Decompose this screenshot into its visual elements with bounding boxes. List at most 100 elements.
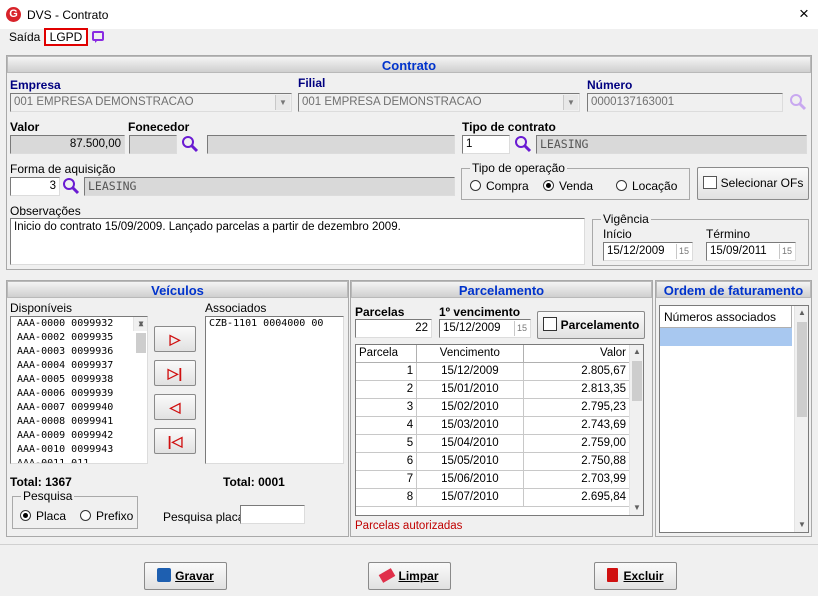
column-header[interactable]: Parcela xyxy=(356,345,418,363)
scroll-down-icon[interactable]: ▼ xyxy=(795,518,808,532)
arrow-left-icon[interactable]: ◁ xyxy=(154,394,196,420)
table-row[interactable]: 8 15/07/2010 2.695,84 xyxy=(356,488,631,507)
list-item[interactable]: AAA-0003 0099936 xyxy=(14,345,147,359)
numero-field[interactable]: 0000137163001 xyxy=(587,93,783,112)
fornecedor-code[interactable] xyxy=(129,135,177,154)
table-cell: 7 xyxy=(356,470,418,489)
table-cell: 2.805,67 xyxy=(523,362,631,381)
filial-combo[interactable]: 001 EMPRESA DEMONSTRACAO ▼ xyxy=(298,93,580,112)
menu-lgpd[interactable]: LGPD xyxy=(44,28,88,46)
calendar-icon[interactable]: 15 xyxy=(779,244,794,259)
ordem-grid[interactable]: Números associados ▲ ▼ xyxy=(659,305,809,533)
selected-row[interactable] xyxy=(660,328,792,346)
list-item[interactable]: CZB-1101 0004000 00 xyxy=(206,317,343,331)
radio-compra[interactable]: Compra xyxy=(470,179,529,193)
table-cell: 15/06/2010 xyxy=(416,470,524,489)
list-item[interactable]: AAA-0005 0099938 xyxy=(14,373,147,387)
column-header[interactable]: Vencimento xyxy=(416,345,524,363)
scroll-up-icon[interactable]: ▲ xyxy=(795,306,808,320)
scroll-thumb[interactable] xyxy=(797,322,807,417)
chevron-down-icon[interactable]: ▼ xyxy=(563,95,578,110)
scroll-down-icon[interactable]: ▼ xyxy=(630,501,643,515)
parcelamento-button[interactable]: Parcelamento xyxy=(537,311,645,339)
limpar-button[interactable]: Limpar xyxy=(368,562,451,590)
radio-prefixo[interactable]: Prefixo xyxy=(80,509,133,523)
table-cell: 15/01/2010 xyxy=(416,380,524,399)
list-item[interactable]: AAA-0007 0099940 xyxy=(14,401,147,415)
parcelas-status: Parcelas autorizadas xyxy=(355,520,463,532)
title-bar xyxy=(0,0,818,29)
radio-prefixo-dot[interactable] xyxy=(80,510,91,521)
table-row[interactable]: 2 15/01/2010 2.813,35 xyxy=(356,380,631,399)
list-item[interactable]: AAA-0000 0099932 xyxy=(14,317,147,331)
radio-locacao[interactable]: Locação xyxy=(616,179,677,193)
table-cell: 5 xyxy=(356,434,418,453)
table-cell: 15/02/2010 xyxy=(416,398,524,417)
ordem-scrollbar[interactable]: ▲ ▼ xyxy=(794,306,808,532)
table-cell: 15/04/2010 xyxy=(416,434,524,453)
arrow-right-all-icon[interactable]: ▷| xyxy=(154,360,196,386)
empresa-combo[interactable]: 001 EMPRESA DEMONSTRACAO ▼ xyxy=(10,93,292,112)
radio-locacao-dot[interactable] xyxy=(616,180,627,191)
table-row[interactable]: 4 15/03/2010 2.743,69 xyxy=(356,416,631,435)
column-header[interactable]: Valor xyxy=(523,345,631,363)
selecionar-ofs-button[interactable]: Selecionar OFs xyxy=(697,167,809,200)
scroll-thumb[interactable] xyxy=(632,361,642,401)
parcelas-grid[interactable]: Parcela Vencimento Valor 1 15/12/2009 2.80… xyxy=(355,344,644,516)
veiculos-header: Veículos xyxy=(7,281,348,298)
scroll-down-icon[interactable]: ▼ xyxy=(134,317,147,331)
table-row[interactable]: 1 15/12/2009 2.805,67 xyxy=(356,362,631,381)
inicio-date[interactable]: 15/12/2009 15 xyxy=(603,242,693,261)
search-icon[interactable] xyxy=(789,93,807,111)
vigencia-label: Vigência xyxy=(601,212,651,226)
chevron-down-icon[interactable]: ▼ xyxy=(275,95,290,110)
footer-divider xyxy=(0,544,818,545)
chat-icon[interactable] xyxy=(92,31,104,43)
associados-list[interactable]: CZB-1101 0004000 00 xyxy=(205,316,344,464)
window-title: DVS - Contrato xyxy=(27,8,109,22)
pesquisa-label: Pesquisa xyxy=(21,489,75,503)
radio-placa-dot[interactable] xyxy=(20,510,31,521)
radio-venda-dot[interactable] xyxy=(543,180,554,191)
excluir-button[interactable]: Excluir xyxy=(594,562,677,590)
search-icon[interactable] xyxy=(181,135,199,153)
primeiro-vencimento-date[interactable]: 15/12/2009 15 xyxy=(439,319,531,338)
disponiveis-list[interactable]: AAA-0000 0099932 AAA-0002 0099935 AAA-0003… xyxy=(10,316,148,464)
arrow-right-icon[interactable]: ▷ xyxy=(154,326,196,352)
close-icon[interactable]: × xyxy=(792,3,816,25)
table-row[interactable]: 3 15/02/2010 2.795,23 xyxy=(356,398,631,417)
column-header[interactable]: Números associados xyxy=(660,306,792,328)
calendar-icon[interactable]: 15 xyxy=(514,321,529,336)
termino-label: Término xyxy=(706,227,751,241)
list-item[interactable]: AAA-0011 011 xyxy=(14,457,147,463)
observacoes-textarea[interactable]: Inicio do contrato 15/09/2009. Lançado p… xyxy=(10,218,585,265)
parcelas-field[interactable]: 22 xyxy=(355,319,432,338)
list-item[interactable]: AAA-0009 0099942 xyxy=(14,429,147,443)
search-icon[interactable] xyxy=(62,177,80,195)
tipo-contrato-code[interactable]: 1 xyxy=(462,135,510,154)
scroll-up-icon[interactable]: ▲ xyxy=(630,345,643,359)
table-row[interactable]: 7 15/06/2010 2.703,99 xyxy=(356,470,631,489)
gravar-button[interactable]: Gravar xyxy=(144,562,227,590)
radio-venda[interactable]: Venda xyxy=(543,179,593,193)
list-item[interactable]: AAA-0006 0099939 xyxy=(14,387,147,401)
arrow-left-all-icon[interactable]: |◁ xyxy=(154,428,196,454)
termino-date[interactable]: 15/09/2011 15 xyxy=(706,242,796,261)
radio-placa[interactable]: Placa xyxy=(20,509,66,523)
list-item[interactable]: AAA-0010 0099943 xyxy=(14,443,147,457)
parcelas-scrollbar[interactable]: ▲ ▼ xyxy=(629,345,643,515)
calendar-icon[interactable]: 15 xyxy=(676,244,691,259)
valor-label: Valor xyxy=(10,120,40,134)
list-item[interactable]: AAA-0008 0099941 xyxy=(14,415,147,429)
disponiveis-scrollbar[interactable]: ▲ ▼ xyxy=(133,317,147,353)
radio-compra-dot[interactable] xyxy=(470,180,481,191)
search-icon[interactable] xyxy=(514,135,532,153)
table-row[interactable]: 6 15/05/2010 2.750,88 xyxy=(356,452,631,471)
forma-aquisicao-code[interactable]: 3 xyxy=(10,177,60,196)
scroll-thumb[interactable] xyxy=(136,333,146,353)
list-item[interactable]: AAA-0004 0099937 xyxy=(14,359,147,373)
pesquisa-placa-input[interactable] xyxy=(240,505,305,524)
menu-saida[interactable]: Saída xyxy=(9,30,40,44)
table-row[interactable]: 5 15/04/2010 2.759,00 xyxy=(356,434,631,453)
list-item[interactable]: AAA-0002 0099935 xyxy=(14,331,147,345)
